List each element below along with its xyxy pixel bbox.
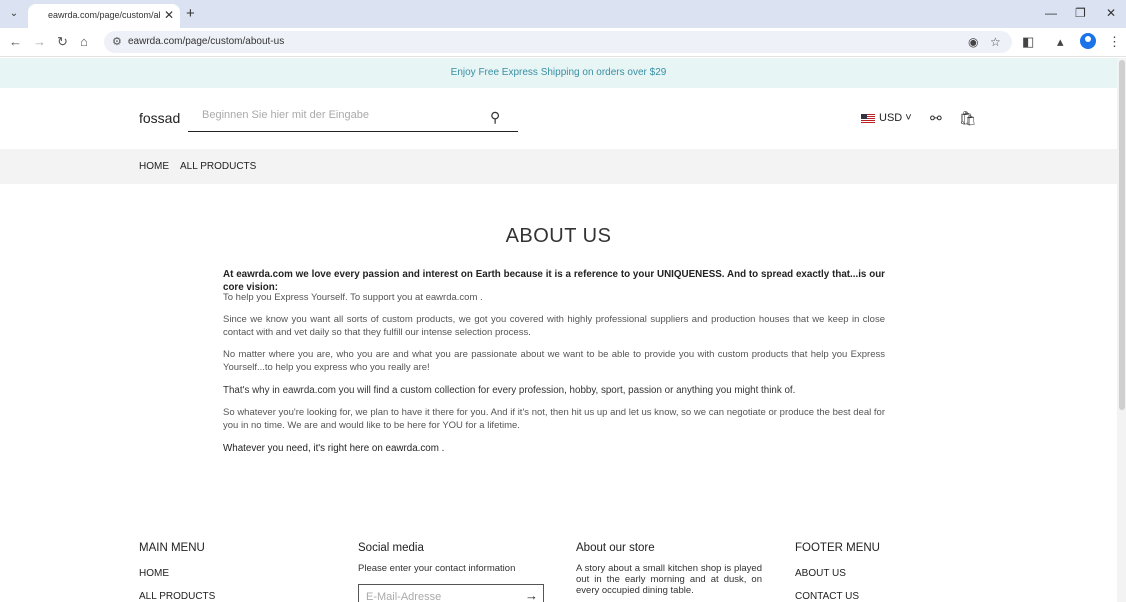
about-section: ABOUT US At eawrda.com we love every pas… xyxy=(0,184,1117,514)
scrollbar-thumb[interactable] xyxy=(1119,60,1125,410)
nav-all-products[interactable]: ALL PRODUCTS xyxy=(180,161,256,172)
close-icon[interactable]: ✕ xyxy=(164,8,174,22)
account-icon[interactable]: ⚯ xyxy=(930,110,942,127)
store-header: fossad ⚲ USD ˅ ⚯ 🛍 xyxy=(0,88,1117,149)
menu-icon[interactable]: ⋮ xyxy=(1108,34,1121,50)
footer-about-title: About our store xyxy=(576,542,655,554)
cart-icon[interactable]: 🛍 xyxy=(959,110,977,127)
tab-search-icon[interactable]: ⌄ xyxy=(4,5,24,23)
footer-link-all-products[interactable]: ALL PRODUCTS xyxy=(139,591,215,602)
us-flag-icon[interactable] xyxy=(861,114,875,123)
footer-menu-title: FOOTER MENU xyxy=(795,542,880,554)
extensions-icon[interactable]: ◧ xyxy=(1022,34,1034,50)
about-paragraph: So whatever you're looking for, we plan … xyxy=(223,407,885,431)
newsletter-form: → xyxy=(358,584,544,602)
url-text[interactable]: eawrda.com/page/custom/about-us xyxy=(128,36,284,47)
profile-avatar[interactable] xyxy=(1080,33,1096,49)
footer-social-title: Social media xyxy=(358,542,424,554)
store-logo[interactable]: fossad xyxy=(139,110,180,126)
currency-label: USD xyxy=(879,112,903,124)
minimize-icon[interactable]: — xyxy=(1045,6,1057,20)
currency-selector[interactable]: USD ˅ xyxy=(879,112,912,124)
eye-off-icon[interactable]: ◉ xyxy=(968,35,978,49)
tab-title: eawrda.com/page/custom/abo xyxy=(48,10,160,20)
restore-icon[interactable]: ❐ xyxy=(1075,6,1086,20)
browser-tab[interactable]: eawrda.com/page/custom/abo ✕ xyxy=(28,4,180,28)
back-icon[interactable]: ← xyxy=(9,34,22,49)
forward-icon[interactable]: → xyxy=(33,34,46,49)
home-icon[interactable]: ⌂ xyxy=(80,34,88,49)
search-icon[interactable]: ⚲ xyxy=(490,109,500,126)
search-bar: ⚲ xyxy=(188,106,518,132)
site-footer: MAIN MENU HOME ALL PRODUCTS Social media… xyxy=(0,530,1117,602)
browser-toolbar: ← → ↻ ⌂ ⚙ eawrda.com/page/custom/about-u… xyxy=(0,28,1126,57)
address-bar[interactable]: ⚙ eawrda.com/page/custom/about-us ◉ ☆ xyxy=(104,31,1012,53)
footer-social-text: Please enter your contact information xyxy=(358,563,516,574)
site-info-icon[interactable]: ⚙ xyxy=(112,35,122,48)
footer-about-text: A story about a small kitchen shop is pl… xyxy=(576,563,762,596)
about-paragraph: No matter where you are, who you are and… xyxy=(223,349,885,373)
about-paragraph: That's why in eawrda.com you will find a… xyxy=(223,385,796,396)
nav-home[interactable]: HOME xyxy=(139,161,169,172)
main-nav: HOME ALL PRODUCTS xyxy=(0,149,1117,184)
email-input[interactable] xyxy=(366,591,516,602)
search-input[interactable] xyxy=(202,109,482,121)
footer-link-about-us[interactable]: ABOUT US xyxy=(795,568,846,579)
about-paragraph: Since we know you want all sorts of cust… xyxy=(223,314,885,338)
page-title: ABOUT US xyxy=(505,225,612,247)
new-tab-icon[interactable]: + xyxy=(186,5,195,22)
footer-link-home[interactable]: HOME xyxy=(139,568,169,579)
bookmark-star-icon[interactable]: ☆ xyxy=(990,35,1001,49)
reload-icon[interactable]: ↻ xyxy=(57,34,68,50)
browser-tab-bar: ⌄ eawrda.com/page/custom/abo ✕ + — ❐ ✕ xyxy=(0,0,1126,28)
arrow-right-icon[interactable]: → xyxy=(525,588,538,602)
footer-main-menu-title: MAIN MENU xyxy=(139,542,205,554)
chevron-down-icon: ˅ xyxy=(905,112,912,124)
announcement-bar: Enjoy Free Express Shipping on orders ov… xyxy=(0,58,1117,88)
footer-link-contact-us[interactable]: CONTACT US xyxy=(795,591,859,602)
labs-icon[interactable]: ▴ xyxy=(1057,34,1064,50)
about-paragraph: To help you Express Yourself. To support… xyxy=(223,292,483,303)
window-close-icon[interactable]: ✕ xyxy=(1106,6,1116,20)
about-paragraph: Whatever you need, it's right here on ea… xyxy=(223,443,445,454)
